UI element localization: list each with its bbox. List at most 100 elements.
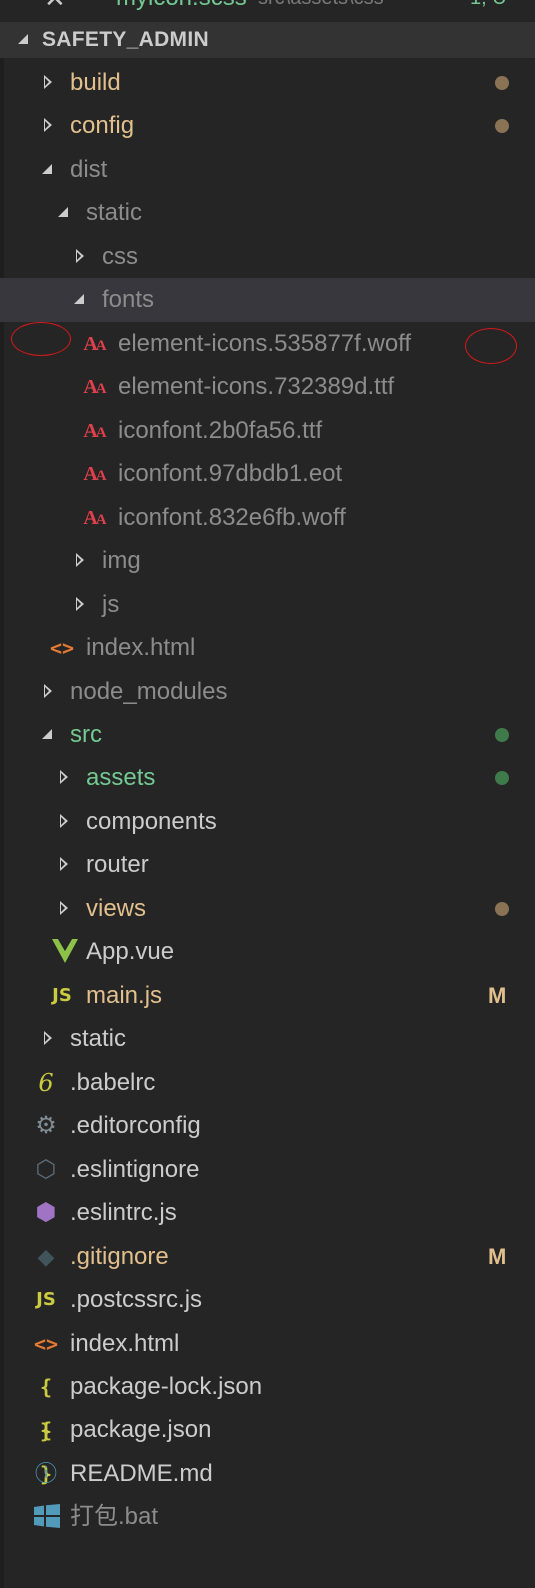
chevron-down-icon xyxy=(74,294,84,304)
tree-file-font-5[interactable]: AA iconfont.832e6fb.woff xyxy=(0,496,535,540)
modified-badge: M xyxy=(488,1244,507,1269)
tree-item-label: .eslintrc.js xyxy=(70,1199,177,1226)
tree-item-label: .babelrc xyxy=(70,1069,156,1096)
tree-file-main-js[interactable]: JS main.js M xyxy=(0,974,535,1018)
workspace-title: SAFETY_ADMIN xyxy=(42,28,209,51)
chevron-right-icon xyxy=(60,857,68,871)
tree-folder-fonts[interactable]: fonts xyxy=(0,278,535,322)
tree-item-label: css xyxy=(102,243,138,270)
tree-file-eslintrc[interactable]: ⬢ .eslintrc.js xyxy=(0,1191,535,1235)
tree-folder-js[interactable]: js xyxy=(0,583,535,627)
tree-file-dist-index-html[interactable]: <> index.html xyxy=(0,626,535,670)
tree-file-postcssrc[interactable]: JS .postcssrc.js xyxy=(0,1278,535,1322)
font-file-icon: AA xyxy=(83,333,106,355)
tree-folder-components[interactable]: components xyxy=(0,800,535,844)
open-editor-path: src\assets\css xyxy=(258,0,384,16)
chevron-down-icon xyxy=(42,164,52,174)
tree-item-label: assets xyxy=(86,764,156,791)
tree-file-gitignore[interactable]: ◆ .gitignore M xyxy=(0,1235,535,1279)
json-file-icon: { } xyxy=(39,1418,53,1486)
tree-folder-src[interactable]: src xyxy=(0,713,535,757)
tree-item-label: main.js xyxy=(86,982,163,1009)
js-file-icon: JS xyxy=(36,1289,56,1310)
tree-file-package-lock-json[interactable]: { } package-lock.json xyxy=(0,1365,535,1443)
tree-item-label: views xyxy=(86,895,147,922)
tree-item-label: .gitignore xyxy=(70,1243,169,1270)
font-file-icon: AA xyxy=(83,507,106,529)
tree-folder-static[interactable]: static xyxy=(0,1017,535,1061)
tree-item-label: iconfont.97dbdb1.eot xyxy=(118,460,343,487)
tree-file-font-3[interactable]: AA iconfont.2b0fa56.ttf xyxy=(0,409,535,453)
font-file-icon: AA xyxy=(83,463,106,485)
windows-icon xyxy=(32,1495,60,1539)
tree-file-font-1[interactable]: AA element-icons.535877f.woff xyxy=(0,322,535,366)
tree-file-readme[interactable]: ⓘ README.md xyxy=(0,1452,535,1496)
tree-item-label: static xyxy=(86,199,143,226)
tree-item-label: img xyxy=(102,547,141,574)
tree-file-font-2[interactable]: AA element-icons.732389d.ttf xyxy=(0,365,535,409)
chevron-down-icon xyxy=(42,729,52,739)
tree-item-label: index.html xyxy=(86,634,196,661)
tree-item-label: index.html xyxy=(70,1330,180,1357)
chevron-right-icon xyxy=(44,1031,52,1045)
tree-file-app-vue[interactable]: App.vue xyxy=(0,930,535,974)
babel-file-icon: 6 xyxy=(38,1069,54,1097)
info-icon: ⓘ xyxy=(34,1461,57,1486)
tree-item-label: element-icons.732389d.ttf xyxy=(118,373,395,400)
tree-file-eslintignore[interactable]: ⬡ .eslintignore xyxy=(0,1148,535,1192)
tree-file-editorconfig[interactable]: ⚙ .editorconfig xyxy=(0,1104,535,1148)
tree-item-label: dist xyxy=(70,156,108,183)
tree-item-label: .postcssrc.js xyxy=(70,1286,203,1313)
modified-dot xyxy=(495,76,509,90)
tree-item-label: iconfont.2b0fa56.ttf xyxy=(118,417,323,444)
gear-icon: ⚙ xyxy=(35,1112,57,1139)
tree-folder-config[interactable]: config xyxy=(0,104,535,148)
js-file-icon: JS xyxy=(52,985,72,1006)
tree-item-label: .editorconfig xyxy=(70,1112,201,1139)
close-icon[interactable]: ✕ xyxy=(44,0,66,16)
tree-item-label: node_modules xyxy=(70,678,228,705)
tree-item-label: package.json xyxy=(70,1416,212,1443)
tree-file-bat[interactable]: 打包.bat xyxy=(0,1495,535,1539)
open-editor-problems-count: 1, U xyxy=(470,0,507,16)
vue-file-icon xyxy=(50,930,78,974)
font-file-icon: AA xyxy=(83,420,106,442)
tree-folder-assets[interactable]: assets xyxy=(0,756,535,800)
tree-folder-node-modules[interactable]: node_modules xyxy=(0,670,535,714)
tree-item-label: package-lock.json xyxy=(70,1373,263,1400)
tree-folder-dist[interactable]: dist xyxy=(0,148,535,192)
tree-folder-router[interactable]: router xyxy=(0,843,535,887)
tree-folder-views[interactable]: views xyxy=(0,887,535,931)
tree-file-babelrc[interactable]: 6 .babelrc xyxy=(0,1061,535,1105)
tree-item-label: iconfont.832e6fb.woff xyxy=(118,504,346,531)
open-editor-filename: myicon.scss xyxy=(116,0,247,16)
tree-folder-dist-static[interactable]: static xyxy=(0,191,535,235)
tree-item-label: fonts xyxy=(102,286,155,313)
tree-file-font-4[interactable]: AA iconfont.97dbdb1.eot xyxy=(0,452,535,496)
file-explorer: ✕ myicon.scss src\assets\css 1, U SAFETY… xyxy=(0,0,535,1588)
tree-item-label: build xyxy=(70,69,121,96)
tree-item-label: src xyxy=(70,721,102,748)
chevron-right-icon xyxy=(44,118,52,132)
tree-file-package-json[interactable]: { } package.json xyxy=(0,1408,535,1486)
git-icon: ◆ xyxy=(37,1244,55,1269)
tree-file-index-html[interactable]: <> index.html xyxy=(0,1322,535,1366)
html-file-icon: <> xyxy=(33,1332,59,1356)
untracked-dot xyxy=(495,728,509,742)
tree-item-label: .eslintignore xyxy=(70,1156,200,1183)
tree-item-label: router xyxy=(86,851,149,878)
tree-folder-img[interactable]: img xyxy=(0,539,535,583)
open-editor-row-partial[interactable]: ✕ myicon.scss src\assets\css 1, U xyxy=(0,0,535,18)
json-file-icon: { } xyxy=(39,1375,53,1443)
tree-item-label: App.vue xyxy=(86,938,175,965)
workspace-section-header[interactable]: SAFETY_ADMIN xyxy=(0,22,535,58)
tree-item-label: 打包.bat xyxy=(70,1503,159,1530)
html-file-icon: <> xyxy=(49,636,75,660)
tree-folder-build[interactable]: build xyxy=(0,61,535,105)
tree-item-label: static xyxy=(70,1025,127,1052)
chevron-right-icon xyxy=(60,770,68,784)
tree-item-label: components xyxy=(86,808,217,835)
untracked-dot xyxy=(495,771,509,785)
modified-dot xyxy=(495,902,509,916)
tree-folder-css[interactable]: css xyxy=(0,235,535,279)
